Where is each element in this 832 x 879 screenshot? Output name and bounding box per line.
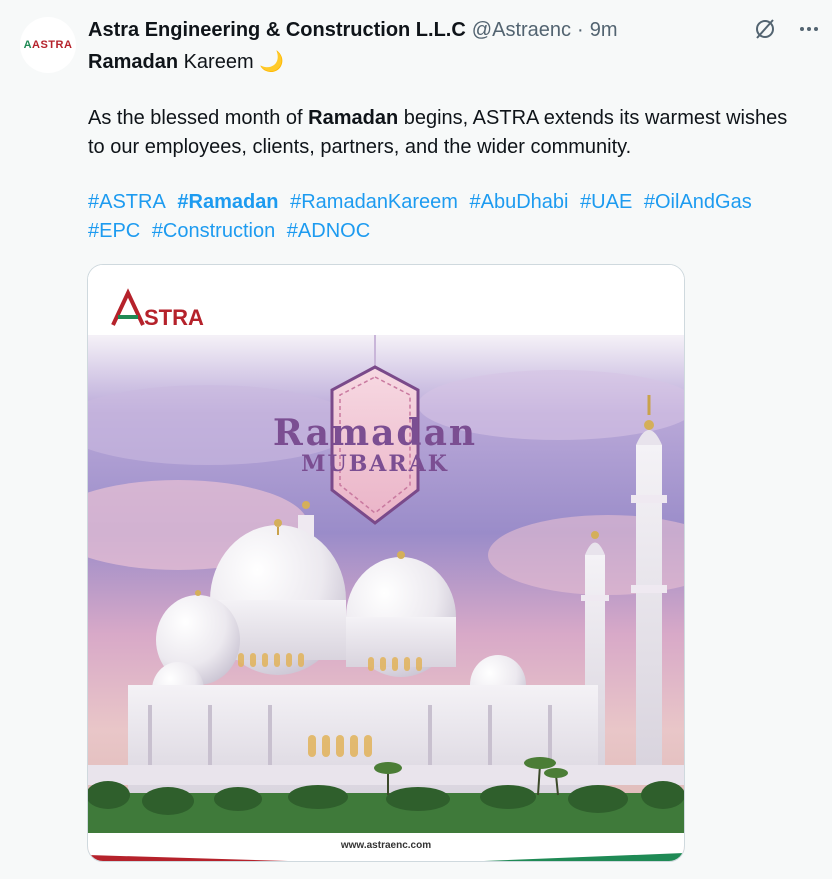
logo-text: STRA xyxy=(144,305,204,330)
header-actions xyxy=(752,16,822,42)
post-image[interactable]: STRA Ramadan MUBARAK www.astraenc.com xyxy=(87,264,685,862)
post-title-rest: Kareem xyxy=(178,51,254,73)
headline-text: Ramadan xyxy=(273,412,477,454)
hashtag-link[interactable]: #UAE xyxy=(580,191,632,213)
crescent-moon-icon: 🌙 xyxy=(259,51,285,73)
hashtag-link[interactable]: #Ramadan xyxy=(177,191,278,213)
avatar[interactable]: AASTRA xyxy=(20,17,76,73)
hashtag-link[interactable]: #RamadanKareem xyxy=(290,191,458,213)
display-name[interactable]: Astra Engineering & Construction L.L.C xyxy=(88,19,466,42)
hashtag-link[interactable]: #ASTRA xyxy=(88,191,166,213)
website-text: www.astraenc.com xyxy=(340,840,431,851)
timestamp[interactable]: 9m xyxy=(590,19,618,42)
hashtag-link[interactable]: #ADNOC xyxy=(287,220,370,242)
subheadline-text: MUBARAK xyxy=(301,451,449,477)
hashtag-link[interactable]: #AbuDhabi xyxy=(470,191,569,213)
post-title-bold: Ramadan xyxy=(88,51,179,73)
slashed-circle-icon[interactable] xyxy=(752,16,778,42)
post-body-bold: Ramadan xyxy=(308,107,399,129)
post-header: Astra Engineering & Construction L.L.C @… xyxy=(88,16,618,44)
separator-dot: · xyxy=(577,18,584,41)
user-handle[interactable]: @Astraenc xyxy=(472,19,571,42)
hashtag-list: #ASTRA #Ramadan #RamadanKareem #AbuDhabi… xyxy=(88,188,818,246)
avatar-logo: AASTRA xyxy=(23,39,73,51)
post-title: Ramadan Kareem 🌙 xyxy=(88,48,284,76)
post-body-start: As the blessed month of xyxy=(88,107,309,129)
post-body: As the blessed month of Ramadan begins, … xyxy=(88,104,808,162)
hashtag-link[interactable]: #Construction xyxy=(152,220,275,242)
ramadan-mubarak-graphic: STRA Ramadan MUBARAK www.astraenc.com xyxy=(88,265,684,861)
more-dots-icon[interactable] xyxy=(796,16,822,42)
avatar-logo-text: ASTRA xyxy=(32,39,73,51)
hashtag-link[interactable]: #OilAndGas xyxy=(644,191,752,213)
hashtag-link[interactable]: #EPC xyxy=(88,220,140,242)
